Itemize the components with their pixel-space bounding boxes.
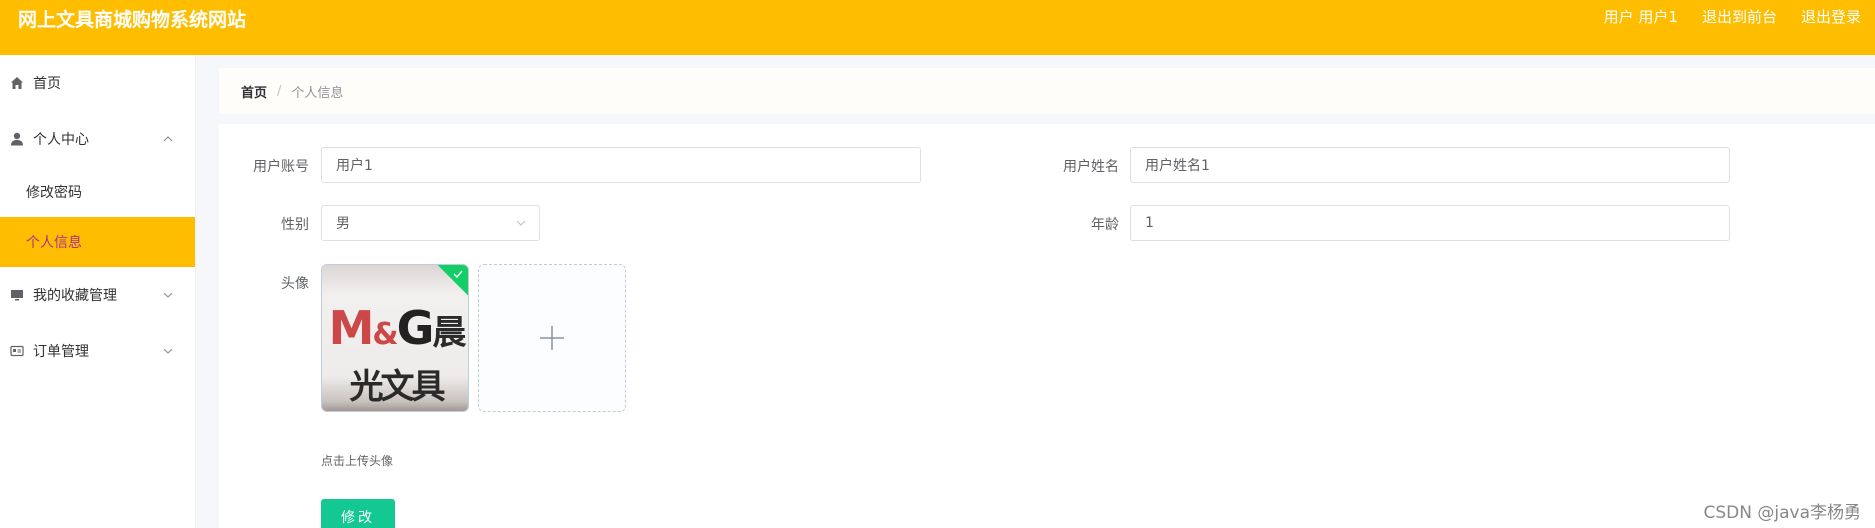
avatar-label: 头像 bbox=[281, 276, 309, 292]
sidebar-item-personal-center[interactable]: 个人中心 bbox=[0, 111, 195, 167]
user-icon bbox=[11, 132, 23, 146]
breadcrumb: 首页 / 个人信息 bbox=[219, 68, 1875, 114]
avatar-upload-hint: 点击上传头像 bbox=[321, 454, 394, 468]
chevron-down-icon bbox=[163, 292, 173, 298]
logout-link[interactable]: 退出登录 bbox=[1801, 6, 1861, 27]
sidebar-item-orders[interactable]: 订单管理 bbox=[0, 323, 195, 379]
sidebar: 首页 个人中心 修改密码 个人信息 我的收藏管理 订单管理 bbox=[0, 55, 196, 528]
gender-label: 性别 bbox=[281, 217, 309, 233]
sidebar-subitem-change-password[interactable]: 修改密码 bbox=[0, 167, 195, 217]
breadcrumb-current: 个人信息 bbox=[291, 85, 344, 101]
app-title: 网上文具商城购物系统网站 bbox=[18, 9, 247, 31]
age-input[interactable]: 1 bbox=[1130, 205, 1730, 241]
avatar-upload-button[interactable] bbox=[478, 264, 626, 412]
plus-icon bbox=[540, 326, 564, 350]
gender-select[interactable]: 男 bbox=[321, 205, 540, 241]
chevron-up-icon bbox=[163, 136, 173, 142]
breadcrumb-home[interactable]: 首页 bbox=[241, 82, 267, 101]
sidebar-subitem-personal-info[interactable]: 个人信息 bbox=[0, 217, 195, 267]
account-input[interactable]: 用户1 bbox=[321, 147, 921, 183]
submit-button[interactable]: 修改 bbox=[321, 499, 395, 528]
watermark: CSDN @java李杨勇 bbox=[1703, 503, 1862, 523]
header-actions: 用户 用户1 退出到前台 退出登录 bbox=[1604, 6, 1861, 27]
sidebar-subitem-label: 个人信息 bbox=[26, 235, 82, 251]
avatar-preview[interactable]: M&G晨光文具 bbox=[321, 264, 469, 412]
breadcrumb-separator: / bbox=[277, 83, 282, 99]
profile-form-panel: 用户账号 用户1 用户姓名 用户姓名1 性别 男 年龄 1 头像 M&G晨光文具… bbox=[219, 124, 1875, 528]
sidebar-item-home[interactable]: 首页 bbox=[0, 55, 195, 111]
brand-logo: M&G晨光文具 bbox=[328, 301, 467, 407]
account-label: 用户账号 bbox=[253, 159, 309, 175]
sidebar-item-label: 订单管理 bbox=[33, 344, 89, 360]
chevron-down-icon bbox=[163, 348, 173, 354]
sidebar-item-label: 我的收藏管理 bbox=[33, 288, 117, 304]
home-icon bbox=[11, 77, 23, 89]
current-user-label: 用户 用户1 bbox=[1603, 8, 1678, 26]
sidebar-item-label: 首页 bbox=[33, 76, 61, 92]
age-label: 年龄 bbox=[1091, 217, 1119, 233]
name-label: 用户姓名 bbox=[1063, 159, 1119, 175]
sidebar-subitem-label: 修改密码 bbox=[26, 185, 82, 201]
monitor-icon bbox=[11, 290, 23, 301]
sidebar-item-label: 个人中心 bbox=[33, 132, 89, 148]
sidebar-item-favorites[interactable]: 我的收藏管理 bbox=[0, 267, 195, 323]
gender-select-value: 男 bbox=[336, 216, 350, 232]
avatar-image: M&G晨光文具 bbox=[322, 265, 468, 411]
exit-to-frontend-link[interactable]: 退出到前台 bbox=[1702, 6, 1777, 27]
id-card-icon bbox=[10, 345, 24, 357]
check-icon bbox=[453, 270, 463, 279]
top-header: 网上文具商城购物系统网站 用户 用户1 退出到前台 退出登录 bbox=[0, 0, 1875, 55]
chevron-down-icon bbox=[516, 220, 526, 226]
name-input[interactable]: 用户姓名1 bbox=[1130, 147, 1730, 183]
